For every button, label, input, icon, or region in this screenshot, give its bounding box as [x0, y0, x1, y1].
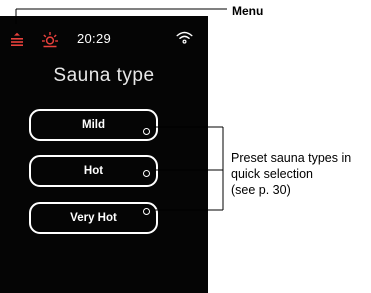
callout-line: quick selection [231, 167, 313, 181]
sauna-heater-icon [42, 32, 58, 48]
preset-button-label: Very Hot [70, 212, 117, 224]
menu-callout-label: Menu [232, 4, 264, 18]
preset-button-very-hot[interactable]: Very Hot [29, 202, 158, 234]
status-time: 20:29 [77, 31, 112, 46]
preset-indicator-dot [143, 128, 150, 135]
preset-button-mild[interactable]: Mild [29, 109, 158, 141]
callout-line: Preset sauna types in [231, 151, 352, 165]
wifi-icon [176, 31, 193, 44]
status-bar: 20:29 [0, 16, 208, 56]
preset-button-hot[interactable]: Hot [29, 155, 158, 187]
preset-button-label: Mild [82, 119, 105, 131]
preset-indicator-dot [143, 208, 150, 215]
presets-callout-label: Preset sauna types in quick selection (s… [231, 150, 371, 198]
device-screen: 20:29 Sauna type Mild Hot Very Hot [0, 16, 208, 293]
menu-icon[interactable] [10, 32, 24, 46]
screen-title: Sauna type [53, 65, 155, 86]
callout-line: (see p. 30) [231, 183, 291, 197]
preset-indicator-dot [143, 170, 150, 177]
preset-button-label: Hot [83, 165, 104, 177]
